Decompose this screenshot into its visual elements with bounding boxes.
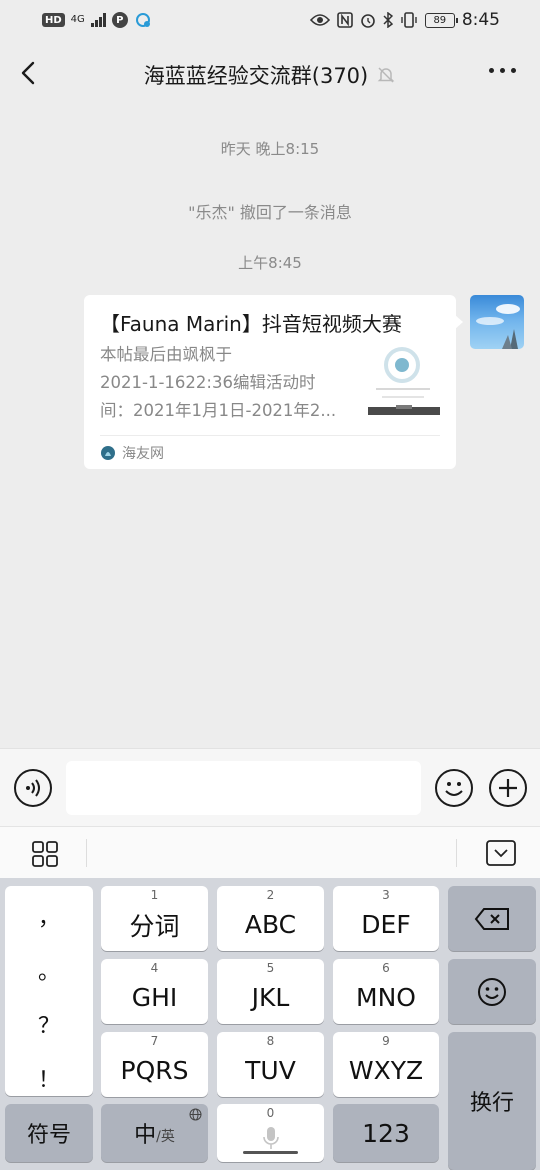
timestamp: 昨天 晚上8:15 — [220, 140, 320, 158]
key-8[interactable]: 8 TUV — [217, 1032, 324, 1097]
source-logo-icon — [101, 446, 115, 460]
card-thumbnail — [368, 345, 440, 417]
cloud-app-icon — [135, 13, 150, 27]
globe-icon — [189, 1108, 202, 1121]
nfc-icon — [337, 12, 353, 28]
card-description: 本帖最后由飒枫于 2021-1-1622:36编辑活动时 间：2021年1月1日… — [100, 345, 337, 420]
key-7[interactable]: 7 PQRS — [101, 1032, 208, 1097]
p-badge: P — [111, 12, 128, 28]
punct-key[interactable]: ？ — [5, 1008, 93, 1040]
timestamp: 上午8:45 — [238, 254, 302, 272]
key-1[interactable]: 1 分词 — [101, 886, 208, 951]
sky-photo — [476, 304, 520, 349]
signal-icon — [90, 13, 106, 27]
card-title: 【Fauna Marin】抖音短视频大赛 — [100, 312, 402, 336]
symbols-key[interactable]: 符号 — [5, 1104, 93, 1162]
voice-icon[interactable] — [14, 769, 52, 807]
avatar[interactable] — [470, 295, 524, 349]
link-card[interactable]: 【Fauna Marin】抖音短视频大赛 本帖最后由飒枫于 2021-1-162… — [84, 295, 463, 469]
key-5[interactable]: 5 JKL — [217, 959, 324, 1024]
punct-key[interactable]: ！ — [5, 1062, 93, 1094]
card-source: 海友网 — [100, 443, 164, 463]
numbers-key[interactable]: 123 — [333, 1104, 439, 1162]
key-9[interactable]: 9 WXYZ — [333, 1032, 439, 1097]
mic-icon — [262, 1127, 279, 1149]
punct-key[interactable]: ， — [5, 900, 93, 932]
backspace-key[interactable] — [448, 886, 536, 951]
toolbar-divider — [456, 839, 457, 867]
punctuation-column[interactable]: ， 。 ？ ！ — [5, 886, 93, 1096]
recall-notice: "乐杰" 撤回了一条消息 — [188, 203, 352, 222]
chat-title: 海蓝蓝经验交流群(370) — [143, 64, 369, 88]
alarm-icon — [361, 14, 375, 28]
keyboard: ， 。 ？ ！ 1 分词 2 ABC 3 DEF 4 GHI 5 JKL 6 MNO 7 PQ… — [0, 878, 540, 1170]
keyboard-toolbar — [0, 826, 540, 878]
enter-key[interactable]: 换行 — [448, 1032, 536, 1170]
message-input[interactable] — [66, 761, 421, 815]
key-6[interactable]: 6 MNO — [333, 959, 439, 1024]
more-icon[interactable] — [489, 68, 516, 73]
clock: 8:45 — [461, 10, 500, 30]
emoji-key-icon — [478, 977, 506, 1006]
key-4[interactable]: 4 GHI — [101, 959, 208, 1024]
language-switch-key[interactable]: 中/英 — [101, 1104, 208, 1162]
key-3[interactable]: 3 DEF — [333, 886, 439, 951]
emoji-key[interactable] — [448, 959, 536, 1024]
grid-menu-icon[interactable] — [32, 841, 58, 867]
card-divider — [100, 435, 440, 436]
hide-keyboard-icon[interactable] — [486, 840, 516, 866]
status-bar: HD 4G P 89 8:45 — [0, 0, 540, 40]
battery-indicator: 89 — [424, 12, 458, 28]
bluetooth-icon — [383, 12, 393, 28]
backspace-icon — [474, 907, 509, 930]
vibrate-icon — [401, 12, 417, 28]
chat-header: 海蓝蓝经验交流群(370) — [0, 40, 540, 108]
space-key[interactable]: 0 — [217, 1104, 324, 1162]
punct-key[interactable]: 。 — [5, 954, 93, 986]
mute-bell-icon — [377, 67, 395, 83]
space-bar-line — [243, 1151, 298, 1154]
plus-icon[interactable] — [489, 769, 527, 807]
message-input-bar — [0, 748, 540, 826]
toolbar-divider — [86, 839, 87, 867]
key-2[interactable]: 2 ABC — [217, 886, 324, 951]
network-type: 4G — [70, 14, 85, 25]
emoji-icon[interactable] — [435, 769, 473, 807]
eye-icon — [309, 14, 330, 26]
hd-badge: HD — [42, 13, 65, 27]
